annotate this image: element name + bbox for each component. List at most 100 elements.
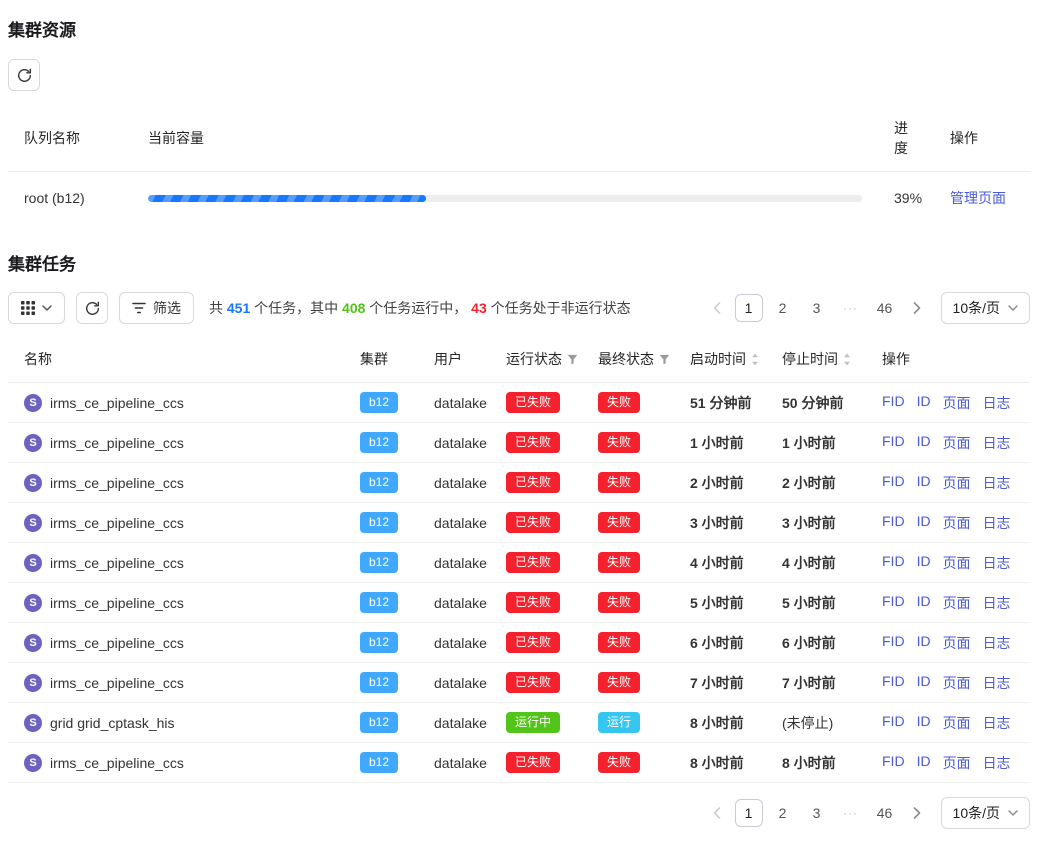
col-header-start-time: 启动时间 — [674, 336, 766, 383]
resources-section-title: 集群资源 — [8, 16, 1030, 41]
page-link[interactable]: 页面 — [943, 593, 971, 613]
page-number[interactable]: 1 — [735, 294, 763, 322]
page-size-value: 10条/页 — [953, 803, 1000, 823]
tasks-refresh-button[interactable] — [76, 292, 108, 324]
stop-time: 4 小时前 — [766, 543, 866, 583]
prev-page-icon[interactable] — [705, 294, 729, 322]
page-link[interactable]: 页面 — [943, 513, 971, 533]
id-link[interactable]: ID — [917, 393, 931, 413]
user-name: datalake — [418, 743, 490, 783]
final-status-badge: 失败 — [598, 632, 640, 653]
id-link[interactable]: ID — [917, 593, 931, 613]
fid-link[interactable]: FID — [882, 713, 905, 733]
user-name: datalake — [418, 503, 490, 543]
col-header-actions: 操作 — [866, 336, 1030, 383]
page-ellipsis: ··· — [837, 294, 865, 322]
fid-link[interactable]: FID — [882, 673, 905, 693]
next-page-icon[interactable] — [905, 799, 929, 827]
page-link[interactable]: 页面 — [943, 633, 971, 653]
fid-link[interactable]: FID — [882, 473, 905, 493]
summary-text: 个任务运行中， — [365, 300, 471, 316]
page-link[interactable]: 页面 — [943, 713, 971, 733]
cluster-badge: b12 — [360, 432, 398, 453]
prev-page-icon[interactable] — [705, 799, 729, 827]
id-link[interactable]: ID — [917, 633, 931, 653]
log-link[interactable]: 日志 — [983, 473, 1011, 493]
id-link[interactable]: ID — [917, 553, 931, 573]
log-link[interactable]: 日志 — [983, 433, 1011, 453]
id-link[interactable]: ID — [917, 673, 931, 693]
page-number[interactable]: 46 — [871, 799, 899, 827]
fid-link[interactable]: FID — [882, 633, 905, 653]
final-status-badge: 失败 — [598, 432, 640, 453]
running-count: 408 — [342, 300, 365, 316]
column-settings-button[interactable] — [8, 292, 65, 324]
run-status-badge: 已失败 — [506, 512, 560, 533]
log-link[interactable]: 日志 — [983, 633, 1011, 653]
page-number[interactable]: 2 — [769, 294, 797, 322]
stop-time: 3 小时前 — [766, 503, 866, 543]
resources-refresh-button[interactable] — [8, 59, 40, 91]
page-link[interactable]: 页面 — [943, 473, 971, 493]
page-number[interactable]: 3 — [803, 294, 831, 322]
page-size-select[interactable]: 10条/页 — [941, 292, 1030, 324]
id-link[interactable]: ID — [917, 513, 931, 533]
page-number[interactable]: 46 — [871, 294, 899, 322]
page-link[interactable]: 页面 — [943, 433, 971, 453]
sort-icon[interactable] — [843, 353, 851, 366]
page-size-select[interactable]: 10条/页 — [941, 797, 1030, 829]
summary-text: 个任务，其中 — [250, 300, 342, 316]
page-number[interactable]: 3 — [803, 799, 831, 827]
id-link[interactable]: ID — [917, 713, 931, 733]
run-status-badge: 已失败 — [506, 432, 560, 453]
log-link[interactable]: 日志 — [983, 513, 1011, 533]
table-row: S irms_ce_pipeline_ccs b12 datalake 已失败 … — [8, 623, 1030, 663]
fid-link[interactable]: FID — [882, 393, 905, 413]
id-link[interactable]: ID — [917, 473, 931, 493]
row-actions: FID ID 页面日志 — [882, 633, 1014, 653]
page-number[interactable]: 2 — [769, 799, 797, 827]
run-status-badge: 已失败 — [506, 392, 560, 413]
id-link[interactable]: ID — [917, 753, 931, 773]
page-link[interactable]: 页面 — [943, 673, 971, 693]
col-header-progress: 进度 — [878, 105, 934, 172]
stop-time: 7 小时前 — [766, 663, 866, 703]
fid-link[interactable]: FID — [882, 553, 905, 573]
grid-icon — [21, 301, 35, 315]
filter-funnel-icon[interactable] — [659, 354, 670, 365]
table-row: S irms_ce_pipeline_ccs b12 datalake 已失败 … — [8, 543, 1030, 583]
stop-time: 1 小时前 — [766, 423, 866, 463]
page-number[interactable]: 1 — [735, 799, 763, 827]
fid-link[interactable]: FID — [882, 513, 905, 533]
chevron-down-icon — [1008, 305, 1018, 311]
page-size-value: 10条/页 — [953, 298, 1000, 318]
filter-button[interactable]: 筛选 — [119, 292, 194, 324]
log-link[interactable]: 日志 — [983, 553, 1011, 573]
task-name: irms_ce_pipeline_ccs — [50, 395, 184, 411]
run-status-badge: 已失败 — [506, 752, 560, 773]
next-page-icon[interactable] — [905, 294, 929, 322]
log-link[interactable]: 日志 — [983, 713, 1011, 733]
row-actions: FID ID 页面日志 — [882, 713, 1014, 733]
log-link[interactable]: 日志 — [983, 673, 1011, 693]
page-link[interactable]: 页面 — [943, 553, 971, 573]
table-row: S irms_ce_pipeline_ccs b12 datalake 已失败 … — [8, 663, 1030, 703]
page-link[interactable]: 页面 — [943, 393, 971, 413]
id-link[interactable]: ID — [917, 433, 931, 453]
log-link[interactable]: 日志 — [983, 593, 1011, 613]
row-actions: FID ID 页面日志 — [882, 753, 1014, 773]
fid-link[interactable]: FID — [882, 753, 905, 773]
log-link[interactable]: 日志 — [983, 753, 1011, 773]
user-name: datalake — [418, 703, 490, 743]
run-status-badge: 已失败 — [506, 672, 560, 693]
manage-page-link[interactable]: 管理页面 — [950, 190, 1006, 206]
fid-link[interactable]: FID — [882, 593, 905, 613]
col-header-capacity: 当前容量 — [132, 105, 878, 172]
filter-funnel-icon[interactable] — [567, 354, 578, 365]
fid-link[interactable]: FID — [882, 433, 905, 453]
page-link[interactable]: 页面 — [943, 753, 971, 773]
tasks-section-title: 集群任务 — [8, 250, 1030, 275]
sort-icon[interactable] — [751, 353, 759, 366]
log-link[interactable]: 日志 — [983, 393, 1011, 413]
cluster-badge: b12 — [360, 552, 398, 573]
